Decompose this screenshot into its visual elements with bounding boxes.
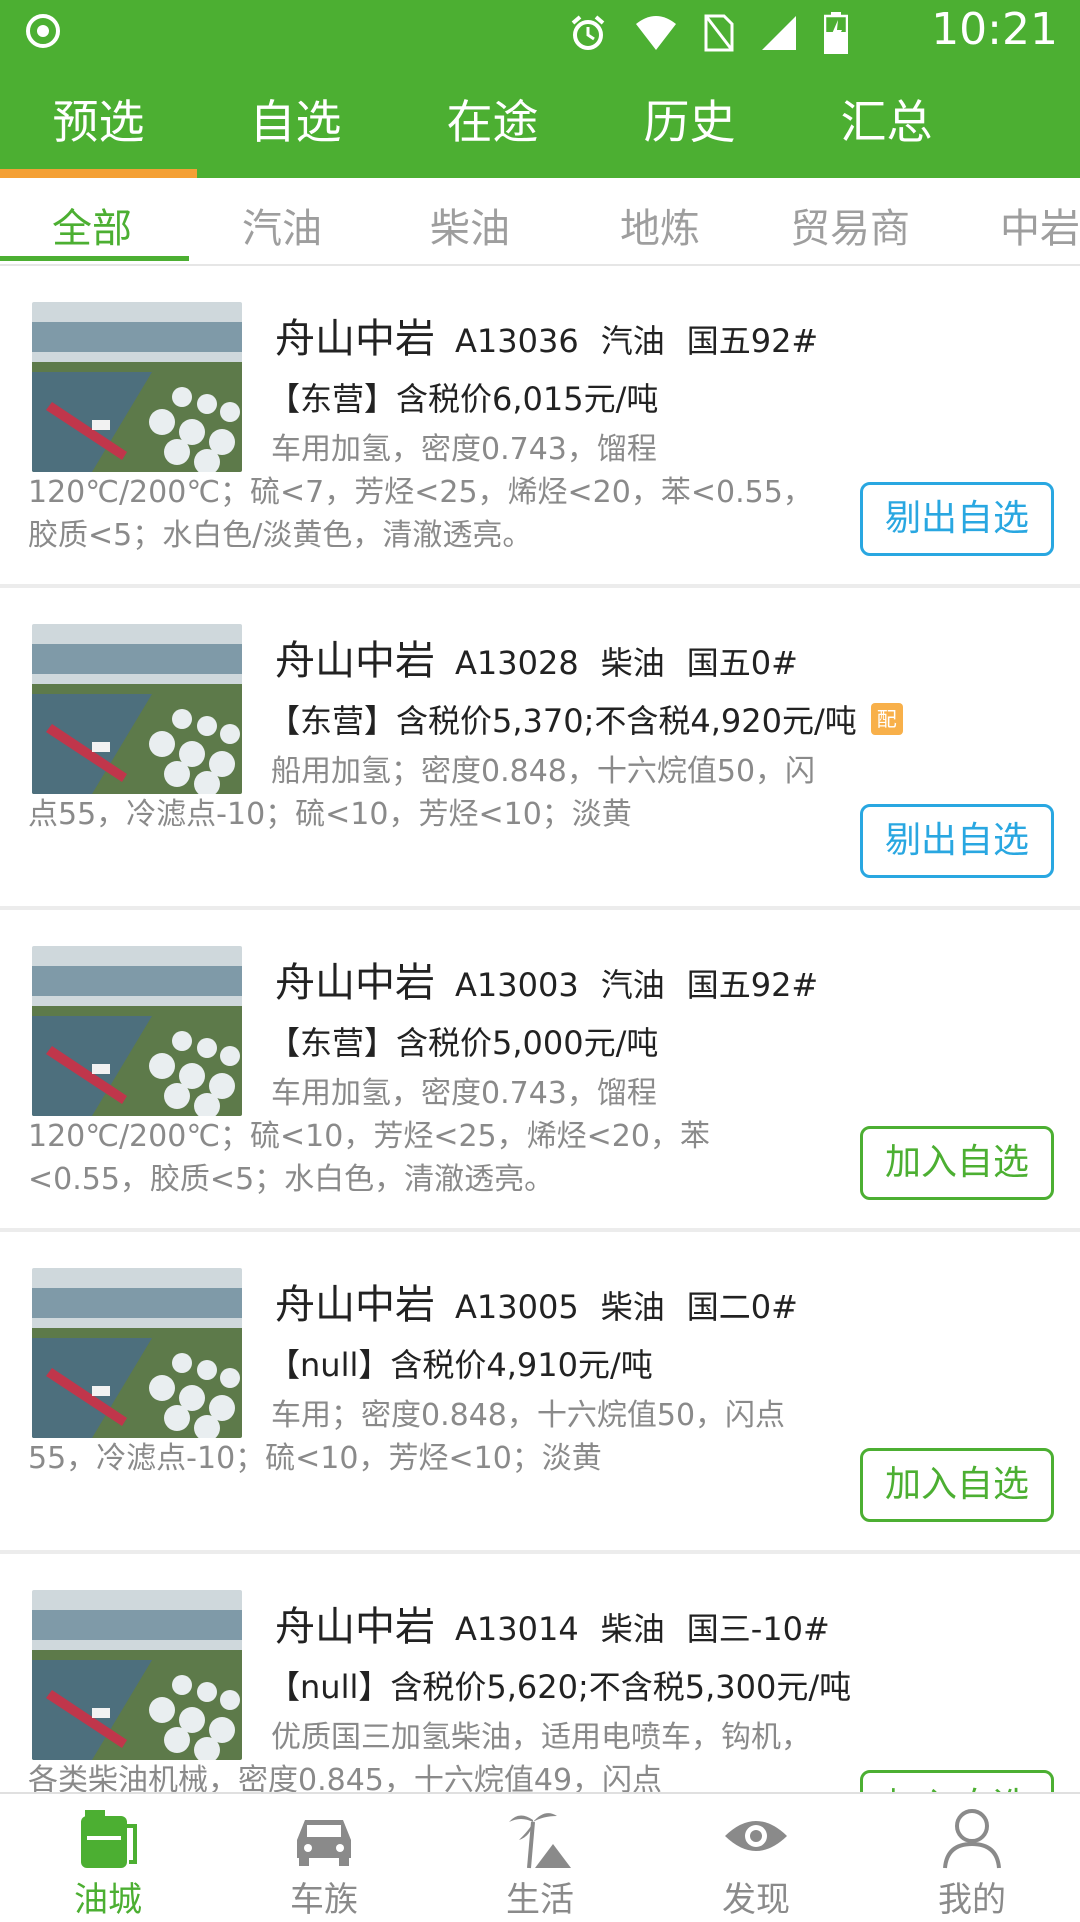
product-grade: 国五92# [686,322,819,360]
nav-life[interactable]: 生活 [432,1794,648,1922]
nav-label: 我的 [938,1880,1006,1920]
company-name: 舟山中岩 [275,1282,435,1328]
oil-tank-icon [81,1810,137,1868]
eye-icon [725,1821,787,1851]
company-name: 舟山中岩 [275,960,435,1006]
product-description: 车用加氢，密度0.743，馏程120℃/200℃；硫<10，芳烃<25，烯烃<2… [28,1076,710,1197]
nav-label: 发现 [722,1880,790,1920]
product-category: 柴油 [600,1288,665,1326]
bottom-nav: 油城 车族 生活 发现 我的 [0,1792,1080,1922]
car-icon [297,1820,351,1866]
price-value: 【null】含税价4,910元/吨 [268,1346,653,1384]
nav-label: 油城 [74,1880,142,1920]
item-title: 舟山中岩 A13014 柴油 国三-10# [275,1594,852,1652]
signal-icon [762,16,796,50]
product-list[interactable]: 舟山中岩 A13036 汽油 国五92# 【东营】含税价6,015元/吨 车用加氢，密… [0,266,1080,1792]
subtab-local-refinery[interactable]: 地炼 [620,196,700,254]
status-icons [568,12,848,54]
product-code: A13003 [455,966,579,1004]
wifi-icon [636,16,676,50]
product-code: A13005 [455,1288,579,1326]
company-name: 舟山中岩 [275,638,435,684]
subtab-gasoline[interactable]: 汽油 [242,196,322,254]
status-bar: 10:21 [0,0,1080,64]
product-description: 船用加氢；密度0.848，十六烷值50，闪点55，冷滤点-10；硫<10，芳烃<… [28,754,816,832]
remove-favorite-button[interactable]: 剔出自选 [860,804,1054,878]
alarm-icon [571,15,605,50]
subtab-all[interactable]: 全部 [52,196,132,254]
item-title: 舟山中岩 A13003 汽油 国五92# [275,950,840,1008]
nav-mine[interactable]: 我的 [864,1794,1080,1922]
company-name: 舟山中岩 [275,316,435,362]
status-time: 10:21 [931,4,1058,55]
notification-icon [26,14,60,48]
nav-label: 生活 [506,1880,574,1920]
product-grade: 国二0# [686,1288,798,1326]
tab-preselect[interactable]: 预选 [0,78,197,178]
price-value: 【null】含税价5,620;不含税5,300元/吨 [268,1668,852,1706]
list-item[interactable]: 舟山中岩 A13005 柴油 国二0# 【null】含税价4,910元/吨 车用；密度… [0,1232,1080,1554]
list-item[interactable]: 舟山中岩 A13003 汽油 国五92# 【东营】含税价5,000元/吨 车用加氢，密… [0,910,1080,1232]
tab-history[interactable]: 历史 [591,78,788,178]
subtab-diesel[interactable]: 柴油 [430,196,510,254]
product-grade: 国五92# [686,966,819,1004]
company-name: 舟山中岩 [275,1604,435,1650]
product-category: 柴油 [600,1610,665,1648]
nav-discover[interactable]: 发现 [648,1794,864,1922]
price-text: 【东营】含税价6,015元/吨 [268,374,658,420]
product-category: 汽油 [600,966,665,1004]
person-icon [943,1809,1001,1869]
item-title: 舟山中岩 A13028 柴油 国五0# [275,628,820,686]
nav-car-club[interactable]: 车族 [216,1794,432,1922]
list-item[interactable]: 舟山中岩 A13028 柴油 国五0# 【东营】含税价5,370;不含税4,920元/… [0,588,1080,910]
item-title: 舟山中岩 A13005 柴油 国二0# [275,1272,820,1330]
price-value: 【东营】含税价5,370;不含税4,920元/吨 [268,702,857,740]
product-code: A13028 [455,644,579,682]
subtab-trader[interactable]: 贸易商 [790,196,910,254]
list-item[interactable]: 舟山中岩 A13036 汽油 国五92# 【东营】含税价6,015元/吨 车用加氢，密… [0,266,1080,588]
app-header: 10:21 预选 自选 在途 历史 汇总 [0,0,1080,178]
category-tab-bar: 全部 汽油 柴油 地炼 贸易商 中岩 [0,178,1080,266]
product-grade: 国三-10# [686,1610,830,1648]
battery-icon [824,12,848,54]
product-description: 车用加氢，密度0.743，馏程120℃/200℃；硫<7，芳烃<25，烯烃<20… [28,432,813,553]
subtab-indicator [0,256,189,261]
product-description: 优质国三加氢柴油，适用电喷车，钩机，各类柴油机械，密度0.845，十六烷值49，… [28,1720,811,1792]
tab-summary[interactable]: 汇总 [788,78,985,178]
top-tab-bar: 预选 自选 在途 历史 汇总 [0,78,1080,178]
product-grade: 国五0# [686,644,798,682]
price-value: 【东营】含税价6,015元/吨 [268,380,659,418]
subtab-zhongyan[interactable]: 中岩 [1000,196,1080,254]
tab-favorites[interactable]: 自选 [197,78,394,178]
product-description: 车用；密度0.848，十六烷值50，闪点55，冷滤点-10；硫<10，芳烃<10… [28,1398,786,1476]
list-item[interactable]: 舟山中岩 A13014 柴油 国三-10# 【null】含税价5,620;不含税5,3… [0,1554,1080,1792]
add-favorite-button[interactable]: 加入自选 [860,1448,1054,1522]
product-category: 汽油 [600,322,665,360]
nav-label: 车族 [290,1880,358,1920]
no-sim-icon [704,14,734,52]
add-favorite-button[interactable]: 加入自选 [860,1770,1054,1792]
add-favorite-button[interactable]: 加入自选 [860,1126,1054,1200]
price-text: 【东营】含税价5,000元/吨 [268,1018,658,1064]
tab-in-transit[interactable]: 在途 [394,78,591,178]
item-title: 舟山中岩 A13036 汽油 国五92# [275,306,840,364]
price-value: 【东营】含税价5,000元/吨 [268,1024,659,1062]
remove-favorite-button[interactable]: 剔出自选 [860,482,1054,556]
price-text: 【null】含税价5,620;不含税5,300元/吨 [268,1662,851,1708]
product-code: A13014 [455,1610,579,1648]
product-category: 柴油 [600,644,665,682]
palm-tree-icon [509,1813,571,1869]
price-text: 【东营】含税价5,370;不含税4,920元/吨配 [268,696,903,742]
distribution-badge: 配 [870,703,903,735]
price-text: 【null】含税价4,910元/吨 [268,1340,653,1386]
nav-oil-city[interactable]: 油城 [0,1794,216,1922]
product-code: A13036 [455,322,579,360]
